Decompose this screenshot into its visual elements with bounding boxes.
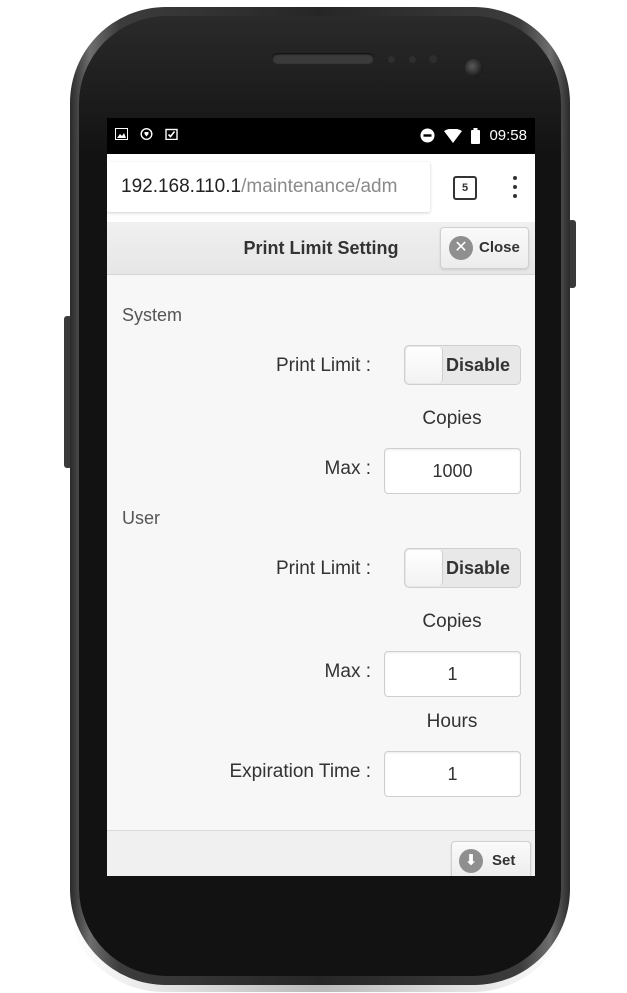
toggle-knob <box>406 347 443 383</box>
system-print-limit-label: Print Limit : <box>275 355 371 376</box>
status-bar: 09:58 <box>107 118 535 154</box>
user-max-input[interactable] <box>384 651 521 697</box>
do-not-disturb-icon <box>420 128 435 143</box>
settings-form: System Print Limit : Disable Copies Max … <box>107 275 535 830</box>
light-sensor <box>409 56 416 63</box>
clipboard-check-icon <box>165 128 178 140</box>
tab-switcher-button[interactable]: 5 <box>453 176 477 200</box>
menu-dot <box>513 185 517 189</box>
url-field[interactable]: 192.168.110.1/maintenance/adm <box>107 162 430 212</box>
close-icon: ✕ <box>449 236 473 260</box>
user-max-label: Max : <box>324 661 371 682</box>
sensor-dot <box>429 55 437 63</box>
page-footer: ⬇ Set <box>107 830 535 876</box>
set-button[interactable]: ⬇ Set <box>451 841 531 876</box>
system-copies-units: Copies <box>422 408 482 429</box>
section-label-user: User <box>122 508 161 528</box>
url-host: 192.168.110.1 <box>121 176 242 197</box>
menu-dot <box>513 176 517 180</box>
earpiece-speaker <box>272 53 374 64</box>
user-hours-units: Hours <box>426 711 478 732</box>
url-path: /maintenance/adm <box>241 176 398 197</box>
user-print-limit-label: Print Limit : <box>275 558 371 579</box>
system-max-label: Max : <box>324 458 371 479</box>
toggle-state-label: Disable <box>445 355 510 375</box>
phone-screen: 09:58 192.168.110.1/maintenance/adm 5 Pr… <box>107 118 535 876</box>
shield-icon <box>140 128 153 140</box>
user-print-limit-toggle[interactable]: Disable <box>404 548 521 588</box>
page-title: Print Limit Setting <box>243 238 399 258</box>
status-left-icons <box>115 128 178 140</box>
page-header: Print Limit Setting ✕ Close <box>107 222 535 275</box>
toggle-knob <box>406 550 443 586</box>
status-time: 09:58 <box>489 127 527 144</box>
image-icon <box>115 128 128 140</box>
user-expiration-label: Expiration Time : <box>229 761 372 782</box>
wifi-icon <box>444 128 463 143</box>
menu-dot <box>513 194 517 198</box>
system-max-input[interactable] <box>384 448 521 494</box>
toggle-state-label: Disable <box>445 558 510 578</box>
arrow-down-icon: ⬇ <box>459 849 483 873</box>
status-right-icons: 09:58 <box>420 127 527 144</box>
user-expiration-input[interactable] <box>384 751 521 797</box>
section-label-system: System <box>122 305 183 325</box>
browser-menu-button[interactable] <box>508 176 522 200</box>
battery-icon <box>471 127 481 144</box>
browser-toolbar: 192.168.110.1/maintenance/adm 5 <box>107 154 535 223</box>
close-button[interactable]: ✕ Close <box>440 227 529 269</box>
close-button-label: Close <box>479 239 520 256</box>
system-print-limit-toggle[interactable]: Disable <box>404 345 521 385</box>
front-camera-icon <box>465 59 483 77</box>
user-copies-units: Copies <box>422 611 482 632</box>
set-button-label: Set <box>492 852 516 869</box>
proximity-sensor <box>388 56 395 63</box>
